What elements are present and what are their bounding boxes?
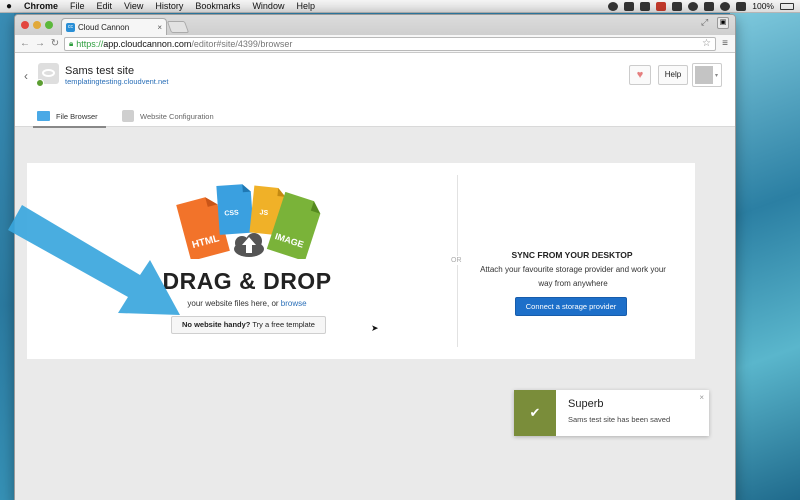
- connect-storage-button[interactable]: Connect a storage provider: [515, 297, 627, 316]
- js-file-label: JS: [259, 209, 269, 217]
- site-avatar[interactable]: [36, 63, 59, 87]
- status-flag-icon[interactable]: [656, 1, 667, 11]
- folder-icon: [37, 111, 50, 121]
- battery-icon[interactable]: [780, 2, 794, 10]
- zoom-window-button[interactable]: [45, 21, 53, 29]
- reload-icon[interactable]: ↻: [49, 38, 61, 50]
- browser-tab[interactable]: cc Cloud Cannon ×: [61, 18, 167, 35]
- menu-view[interactable]: View: [118, 1, 149, 11]
- heart-icon: ♥: [636, 69, 644, 81]
- checkmark-icon: ✔: [514, 390, 556, 436]
- tab-file-browser[interactable]: File Browser: [33, 107, 106, 128]
- page-tabs: File Browser Website Configuration: [15, 105, 735, 128]
- browser-tab-title: Cloud Cannon: [78, 22, 130, 32]
- cloud-upload-icon: [234, 233, 264, 257]
- menu-file[interactable]: File: [64, 1, 91, 11]
- status-display-icon[interactable]: [672, 1, 683, 11]
- chrome-menu-icon[interactable]: ≡: [719, 38, 731, 50]
- sync-title: SYNC FROM YOUR DESKTOP: [511, 250, 633, 260]
- macos-menubar: ● Chrome File Edit View History Bookmark…: [0, 0, 800, 13]
- battery-percent: 100%: [752, 1, 774, 11]
- annotation-arrow-icon: [8, 205, 180, 315]
- caret-down-icon: ▾: [714, 73, 718, 79]
- tab-strip: cc Cloud Cannon × ⤢ ▣: [15, 15, 735, 35]
- status-timemachine-icon[interactable]: [688, 1, 699, 11]
- close-window-button[interactable]: [21, 21, 29, 29]
- status-volume-icon[interactable]: [736, 1, 747, 11]
- status-wifi-icon[interactable]: [720, 1, 731, 11]
- back-arrow-icon[interactable]: ←: [19, 38, 31, 50]
- toast-notification: ✔ Superb Sams test site has been saved ×: [514, 390, 709, 436]
- browse-link[interactable]: browse: [281, 299, 307, 308]
- menu-help[interactable]: Help: [290, 1, 321, 11]
- toast-close-icon[interactable]: ×: [699, 393, 704, 402]
- wallpaper-right: [730, 13, 800, 500]
- user-menu-button[interactable]: ▾: [692, 63, 722, 87]
- lock-icon: 🔒︎: [69, 38, 74, 48]
- gear-icon: [122, 110, 134, 122]
- chevron-left-icon[interactable]: ‹: [24, 69, 28, 83]
- new-tab-button[interactable]: [166, 21, 190, 33]
- url-path: /editor#site/4399/browser: [191, 38, 293, 49]
- cloudcannon-favicon-icon: cc: [66, 22, 75, 32]
- menubar-status-area: 100%: [608, 1, 800, 11]
- toast-title: Superb: [568, 398, 604, 410]
- tab-website-configuration-label: Website Configuration: [140, 111, 214, 121]
- tab-file-browser-label: File Browser: [56, 111, 98, 121]
- app-header: ‹ Sams test site templatingtesting.cloud…: [15, 53, 735, 105]
- menu-bookmarks[interactable]: Bookmarks: [189, 1, 246, 11]
- status-record-icon[interactable]: [608, 1, 619, 11]
- browser-toolbar: ← → ↻ 🔒︎ https:// app.cloudcannon.com /e…: [15, 35, 735, 53]
- site-title: Sams test site: [65, 65, 135, 77]
- status-bluetooth-icon[interactable]: [704, 1, 715, 11]
- url-host: app.cloudcannon.com: [103, 38, 192, 49]
- forward-arrow-icon[interactable]: →: [34, 38, 46, 50]
- window-controls: [21, 21, 53, 29]
- user-avatar: [695, 66, 713, 84]
- profile-icon[interactable]: ▣: [717, 17, 729, 29]
- free-template-button[interactable]: No website handy? Try a free template: [171, 316, 326, 334]
- fullscreen-icon[interactable]: ⤢: [701, 17, 713, 29]
- drag-drop-subtitle-text: your website files here, or: [187, 299, 279, 308]
- close-tab-icon[interactable]: ×: [157, 23, 162, 32]
- css-file-icon: CSS: [216, 184, 254, 235]
- eye-icon: [42, 69, 55, 77]
- tab-website-configuration[interactable]: Website Configuration: [122, 107, 214, 125]
- menu-app-name[interactable]: Chrome: [18, 1, 64, 11]
- free-template-text: Try a free template: [252, 320, 315, 329]
- status-ok-icon: [36, 79, 44, 87]
- file-types-illustration[interactable]: HTML CSS JS IMAGE: [172, 179, 327, 259]
- apple-menu-icon[interactable]: ●: [0, 1, 18, 12]
- sync-description: Attach your favourite storage provider a…: [480, 265, 666, 288]
- site-url-link[interactable]: templatingtesting.cloudvent.net: [65, 77, 168, 86]
- status-dropbox-icon[interactable]: [624, 1, 635, 11]
- mouse-cursor-icon: ➤: [371, 323, 379, 333]
- address-bar[interactable]: 🔒︎ https:// app.cloudcannon.com /editor#…: [64, 36, 716, 51]
- menu-edit[interactable]: Edit: [91, 1, 119, 11]
- bookmark-star-icon[interactable]: ☆: [702, 38, 711, 49]
- menu-history[interactable]: History: [149, 1, 189, 11]
- status-app-icon[interactable]: [640, 1, 651, 11]
- help-button[interactable]: Help: [658, 65, 688, 85]
- free-template-bold: No website handy?: [182, 320, 251, 329]
- heart-button[interactable]: ♥: [629, 65, 651, 85]
- css-file-label: CSS: [224, 210, 239, 218]
- minimize-window-button[interactable]: [33, 21, 41, 29]
- url-scheme: https://: [76, 38, 104, 49]
- toast-message: Sams test site has been saved: [568, 415, 671, 424]
- menu-window[interactable]: Window: [246, 1, 290, 11]
